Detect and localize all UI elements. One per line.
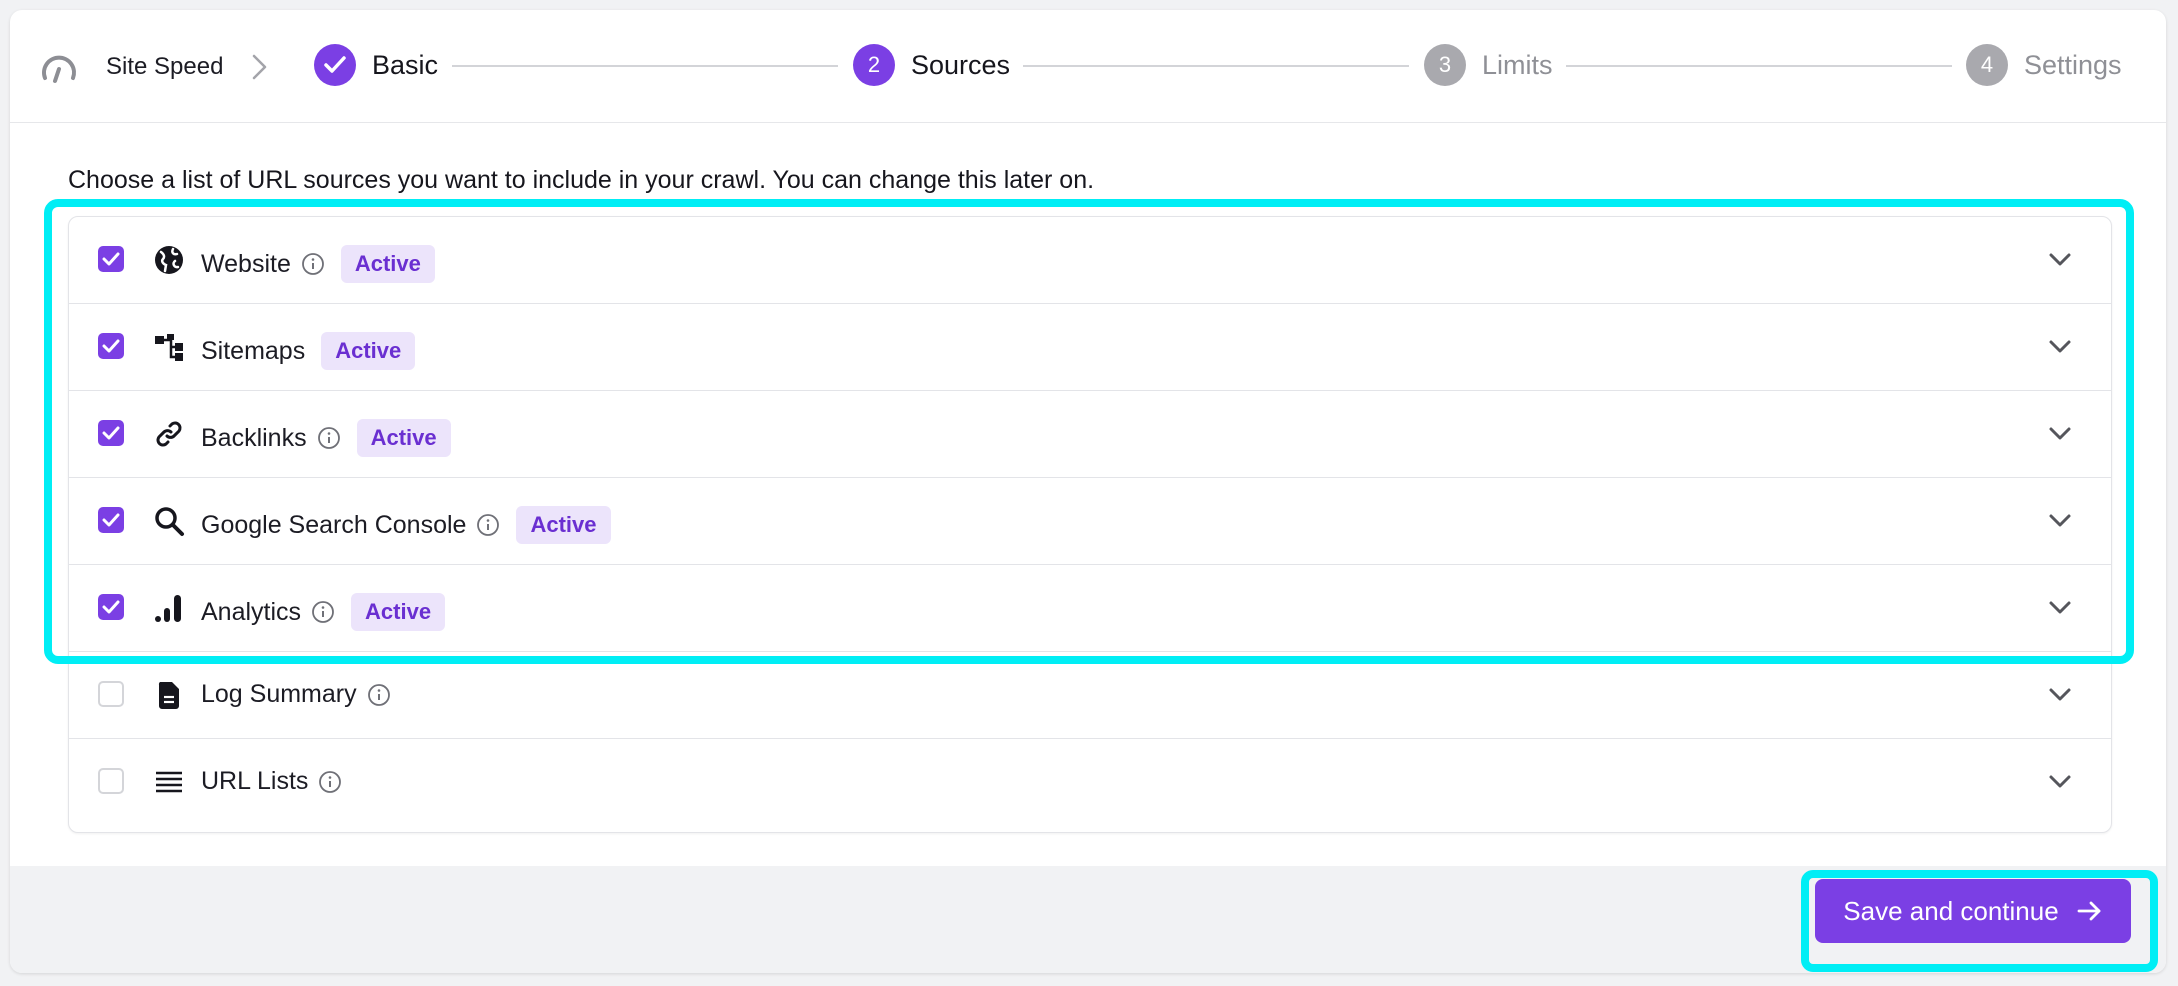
- step-number: 3: [1424, 44, 1466, 86]
- info-icon[interactable]: [311, 600, 335, 624]
- step-label: Limits: [1482, 49, 1553, 80]
- chevron-down-icon[interactable]: [2047, 771, 2073, 793]
- step-basic[interactable]: Basic: [314, 43, 438, 87]
- source-row-backlinks[interactable]: Backlinks Active: [69, 391, 2111, 478]
- intro-text: Choose a list of URL sources you want to…: [68, 166, 1095, 194]
- checkmark-icon: [102, 600, 120, 614]
- checkbox-sitemaps[interactable]: [98, 333, 124, 359]
- info-icon[interactable]: [476, 513, 500, 537]
- step-number: 4: [1966, 44, 2008, 86]
- source-label-row: URL Lists: [201, 767, 342, 796]
- breadcrumb-site-speed[interactable]: Site Speed: [40, 48, 223, 86]
- source-label: Log Summary: [201, 680, 357, 708]
- source-label-row: Sitemaps Active: [201, 332, 416, 370]
- list-icon: [156, 771, 182, 793]
- wizard-card: Site Speed Basic 2 Sources 3 Limits 4 Se…: [10, 10, 2166, 973]
- info-icon[interactable]: [367, 683, 391, 707]
- step-connector: [1023, 65, 1409, 67]
- step-connector: [1566, 65, 1952, 67]
- source-label-row: Backlinks Active: [201, 419, 451, 457]
- status-badge: Active: [351, 593, 446, 631]
- checkbox-log-summary[interactable]: [98, 681, 124, 707]
- source-label: Google Search Console: [201, 510, 467, 539]
- step-label: Settings: [2024, 49, 2122, 80]
- checkbox-analytics[interactable]: [98, 594, 124, 620]
- chevron-down-icon[interactable]: [2047, 423, 2073, 445]
- breadcrumb-root-label: Site Speed: [106, 53, 224, 80]
- checkmark-icon: [102, 513, 120, 527]
- source-label-row: Log Summary: [201, 680, 391, 709]
- chevron-down-icon[interactable]: [2047, 597, 2073, 619]
- check-icon: [314, 44, 356, 86]
- chevron-right-icon: [252, 54, 267, 80]
- step-connector: [452, 65, 838, 67]
- arrow-right-icon: [2077, 901, 2101, 921]
- step-sources[interactable]: 2 Sources: [853, 43, 1010, 87]
- source-row-google-search-console[interactable]: Google Search Console Active: [69, 478, 2111, 565]
- sitemap-icon: [155, 334, 183, 361]
- chevron-down-icon[interactable]: [2047, 249, 2073, 271]
- step-label: Basic: [372, 49, 439, 80]
- source-label-row: Google Search Console Active: [201, 506, 611, 544]
- step-limits[interactable]: 3 Limits: [1424, 43, 1553, 87]
- checkbox-website[interactable]: [98, 246, 124, 272]
- sources-list: Website Active Sitemaps Active Backlinks…: [68, 216, 2112, 833]
- checkbox-google-search-console[interactable]: [98, 507, 124, 533]
- step-number: 2: [853, 44, 895, 86]
- save-button-label: Save and continue: [1843, 895, 2059, 926]
- stepper-header: Site Speed Basic 2 Sources 3 Limits 4 Se…: [10, 10, 2166, 123]
- source-label: Backlinks: [201, 423, 307, 452]
- link-icon: [156, 421, 182, 447]
- source-label: Website: [201, 249, 291, 278]
- source-row-analytics[interactable]: Analytics Active: [69, 565, 2111, 652]
- chevron-down-icon[interactable]: [2047, 510, 2073, 532]
- source-row-website[interactable]: Website Active: [69, 217, 2111, 304]
- chevron-down-icon[interactable]: [2047, 336, 2073, 358]
- info-icon[interactable]: [317, 426, 341, 450]
- save-and-continue-button[interactable]: Save and continue: [1815, 879, 2131, 943]
- checkbox-url-lists[interactable]: [98, 768, 124, 794]
- search-icon: [155, 507, 184, 536]
- info-icon[interactable]: [318, 770, 342, 794]
- checkmark-icon: [102, 426, 120, 440]
- gauge-icon: [42, 55, 76, 83]
- source-row-log-summary[interactable]: Log Summary: [69, 652, 2111, 739]
- source-row-sitemaps[interactable]: Sitemaps Active: [69, 304, 2111, 391]
- document-icon: [158, 682, 179, 709]
- chevron-down-icon[interactable]: [2047, 684, 2073, 706]
- source-row-url-lists[interactable]: URL Lists: [69, 739, 2111, 825]
- source-label: Analytics: [201, 597, 302, 626]
- checkmark-icon: [102, 252, 120, 266]
- status-badge: Active: [340, 245, 435, 283]
- status-badge: Active: [321, 332, 416, 370]
- analytics-icon: [155, 595, 181, 622]
- step-label: Sources: [911, 49, 1011, 80]
- source-label: Sitemaps: [201, 336, 306, 365]
- checkbox-backlinks[interactable]: [98, 420, 124, 446]
- source-label-row: Analytics Active: [201, 593, 446, 631]
- source-label: URL Lists: [201, 767, 309, 795]
- source-label-row: Website Active: [201, 245, 435, 283]
- status-badge: Active: [356, 419, 451, 457]
- status-badge: Active: [516, 506, 611, 544]
- globe-icon: [155, 246, 183, 274]
- step-settings[interactable]: 4 Settings: [1966, 43, 2122, 87]
- info-icon[interactable]: [301, 252, 325, 276]
- checkmark-icon: [102, 339, 120, 353]
